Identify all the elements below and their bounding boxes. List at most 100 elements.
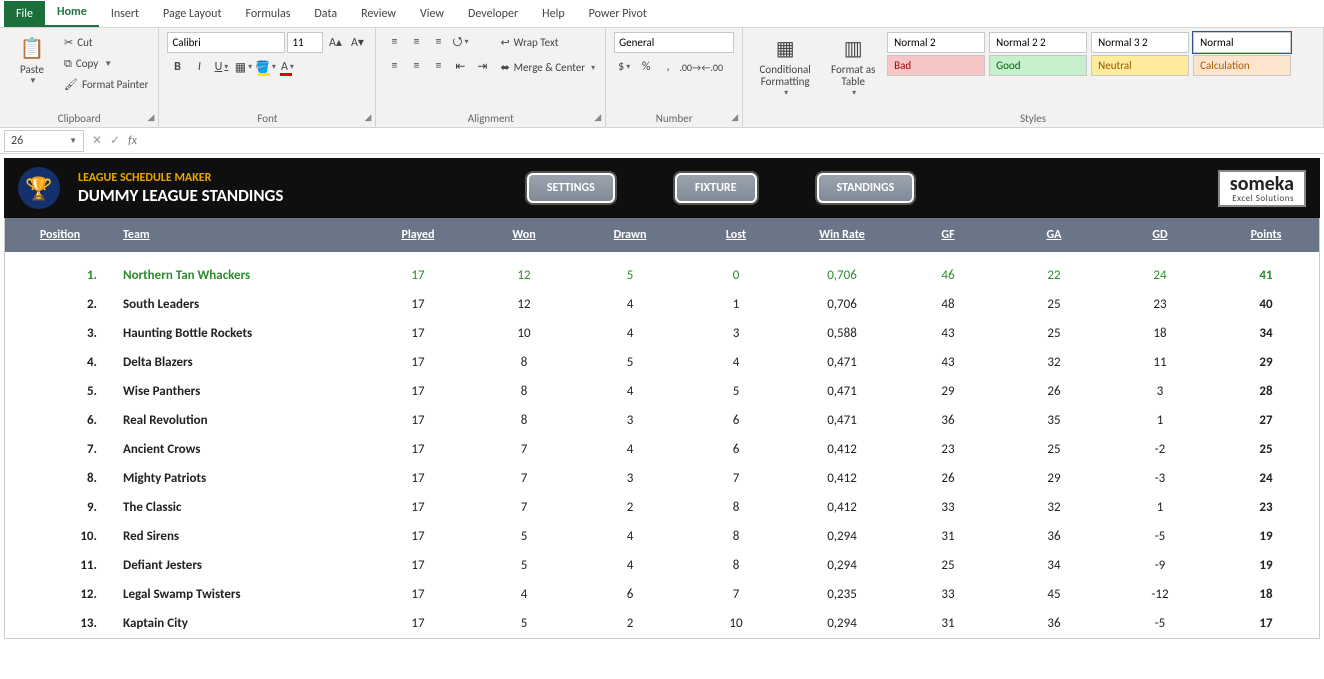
align-bottom-icon[interactable]: ≡ — [428, 32, 448, 52]
table-row[interactable]: 11.Defiant Jesters175480,2942534-919 — [5, 551, 1319, 580]
copy-button[interactable]: ⧉Copy▼ — [62, 53, 150, 74]
orientation-icon[interactable]: ⭯▾ — [450, 32, 470, 52]
col-gf[interactable]: GF — [895, 218, 1001, 252]
nav-fixture-button[interactable]: FIXTURE — [675, 173, 757, 203]
decrease-decimal-icon[interactable]: ←.00 — [702, 57, 722, 77]
table-row[interactable]: 10.Red Sirens175480,2943136-519 — [5, 522, 1319, 551]
table-row[interactable]: 9.The Classic177280,4123332123 — [5, 493, 1319, 522]
cell: 6 — [577, 580, 683, 609]
col-points[interactable]: Points — [1213, 218, 1319, 252]
align-center-icon[interactable]: ≡ — [406, 56, 426, 76]
cell-style-option[interactable]: Normal 2 2 — [989, 32, 1087, 53]
table-row[interactable]: 1.Northern Tan Whackers1712500,706462224… — [5, 252, 1319, 290]
borders-button[interactable]: ▦▾ — [233, 57, 253, 77]
dialog-launcher-icon[interactable]: ◢ — [731, 112, 738, 123]
tab-file[interactable]: File — [4, 1, 45, 27]
table-row[interactable]: 5.Wise Panthers178450,4712926328 — [5, 377, 1319, 406]
tab-help[interactable]: Help — [530, 1, 577, 27]
align-top-icon[interactable]: ≡ — [384, 32, 404, 52]
table-row[interactable]: 3.Haunting Bottle Rockets1710430,5884325… — [5, 319, 1319, 348]
nav-standings-button[interactable]: STANDINGS — [817, 173, 915, 203]
decrease-font-icon[interactable]: A▾ — [347, 33, 367, 53]
cell: 12. — [5, 580, 115, 609]
paste-button[interactable]: 📋 Paste ▼ — [8, 32, 56, 88]
tab-page-layout[interactable]: Page Layout — [151, 1, 233, 27]
comma-format-icon[interactable]: , — [658, 57, 678, 77]
align-middle-icon[interactable]: ≡ — [406, 32, 426, 52]
cell-style-option[interactable]: Calculation — [1193, 55, 1291, 76]
accounting-format-icon[interactable]: $▾ — [614, 57, 634, 77]
fill-color-button[interactable]: 🪣▾ — [255, 57, 275, 77]
font-size-select[interactable] — [287, 32, 323, 53]
name-box[interactable]: 26 ▼ — [4, 130, 84, 152]
format-painter-button[interactable]: 🖌Format Painter — [62, 74, 150, 95]
cut-button[interactable]: ✂Cut — [62, 32, 150, 53]
cell-style-option[interactable]: Normal 2 — [887, 32, 985, 53]
table-row[interactable]: 13.Kaptain City1752100,2943136-517 — [5, 609, 1319, 638]
underline-button[interactable]: U▾ — [211, 57, 231, 77]
tab-review[interactable]: Review — [349, 1, 408, 27]
align-left-icon[interactable]: ≡ — [384, 56, 404, 76]
cell: -2 — [1107, 435, 1213, 464]
dialog-launcher-icon[interactable]: ◢ — [365, 112, 372, 123]
wrap-label: Wrap Text — [514, 36, 559, 49]
italic-button[interactable]: I — [189, 57, 209, 77]
bold-button[interactable]: B — [167, 57, 187, 77]
table-row[interactable]: 4.Delta Blazers178540,47143321129 — [5, 348, 1319, 377]
increase-indent-icon[interactable]: ⇥ — [472, 56, 492, 76]
cancel-icon[interactable]: ✕ — [92, 133, 102, 148]
enter-icon[interactable]: ✓ — [110, 133, 120, 148]
cell: 8 — [471, 406, 577, 435]
format-as-table-button[interactable]: ▥ Format as Table▾ — [825, 32, 881, 100]
col-drawn[interactable]: Drawn — [577, 218, 683, 252]
percent-format-icon[interactable]: % — [636, 57, 656, 77]
tab-power-pivot[interactable]: Power Pivot — [577, 1, 659, 27]
cell-style-option[interactable]: Normal — [1193, 32, 1291, 53]
increase-font-icon[interactable]: A▴ — [325, 33, 345, 53]
col-played[interactable]: Played — [365, 218, 471, 252]
col-gd[interactable]: GD — [1107, 218, 1213, 252]
fx-icon[interactable]: fx — [128, 134, 137, 148]
formula-input[interactable] — [145, 131, 1316, 151]
decrease-indent-icon[interactable]: ⇤ — [450, 56, 470, 76]
table-row[interactable]: 6.Real Revolution178360,4713635127 — [5, 406, 1319, 435]
copy-label: Copy — [76, 57, 98, 70]
font-name-select[interactable] — [167, 32, 285, 53]
table-row[interactable]: 12.Legal Swamp Twisters174670,2353345-12… — [5, 580, 1319, 609]
tab-developer[interactable]: Developer — [456, 1, 530, 27]
col-win-rate[interactable]: Win Rate — [789, 218, 895, 252]
col-team[interactable]: Team — [115, 218, 365, 252]
cell-style-option[interactable]: Bad — [887, 55, 985, 76]
cell-style-option[interactable]: Normal 3 2 — [1091, 32, 1189, 53]
wrap-text-button[interactable]: ↩Wrap Text — [498, 32, 597, 53]
col-ga[interactable]: GA — [1001, 218, 1107, 252]
col-position[interactable]: Position — [5, 218, 115, 252]
cell-styles-gallery[interactable]: Normal 2Normal 2 2Normal 3 2Normal BadGoo… — [887, 32, 1293, 76]
increase-decimal-icon[interactable]: .00→ — [680, 57, 700, 77]
table-row[interactable]: 7.Ancient Crows177460,4122325-225 — [5, 435, 1319, 464]
conditional-formatting-button[interactable]: ▦ Conditional Formatting▾ — [751, 32, 819, 100]
cell: Haunting Bottle Rockets — [115, 319, 365, 348]
tab-formulas[interactable]: Formulas — [233, 1, 302, 27]
dialog-launcher-icon[interactable]: ◢ — [148, 112, 155, 123]
number-format-select[interactable] — [614, 32, 734, 53]
cell: 40 — [1213, 290, 1319, 319]
tab-view[interactable]: View — [408, 1, 456, 27]
table-row[interactable]: 2.South Leaders1712410,70648252340 — [5, 290, 1319, 319]
col-won[interactable]: Won — [471, 218, 577, 252]
font-color-button[interactable]: A▾ — [277, 57, 297, 77]
dialog-launcher-icon[interactable]: ◢ — [594, 112, 601, 123]
table-row[interactable]: 8.Mighty Patriots177370,4122629-324 — [5, 464, 1319, 493]
cell-style-option[interactable]: Neutral — [1091, 55, 1189, 76]
tab-insert[interactable]: Insert — [99, 1, 151, 27]
cell: 0,471 — [789, 377, 895, 406]
nav-settings-button[interactable]: SETTINGS — [527, 173, 615, 203]
cell-style-option[interactable]: Good — [989, 55, 1087, 76]
cell: -3 — [1107, 464, 1213, 493]
tab-home[interactable]: Home — [45, 0, 99, 27]
tab-data[interactable]: Data — [302, 1, 349, 27]
cell: 10 — [683, 609, 789, 638]
col-lost[interactable]: Lost — [683, 218, 789, 252]
align-right-icon[interactable]: ≡ — [428, 56, 448, 76]
merge-center-button[interactable]: ⬌Merge & Center▾ — [498, 57, 597, 78]
